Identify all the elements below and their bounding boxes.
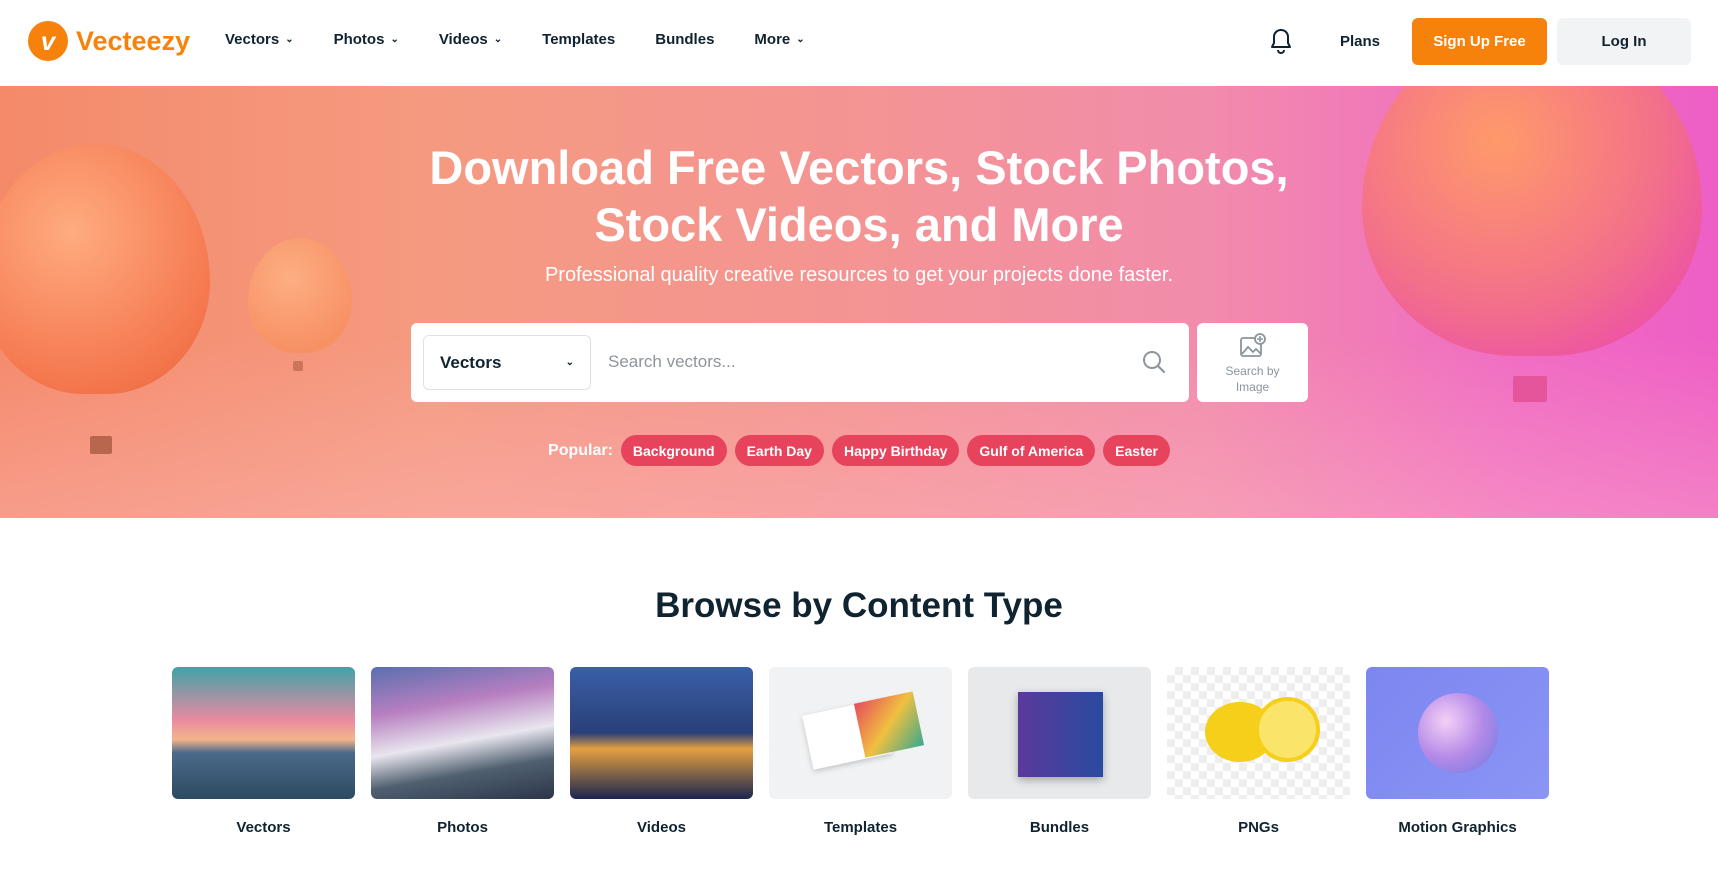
card-label: Bundles: [1029, 819, 1090, 836]
chevron-down-icon: ⌄: [796, 34, 805, 45]
bell-icon[interactable]: [1269, 28, 1293, 54]
header: v Vecteezy Vectors ⌄ Photos ⌄ Videos ⌄ Temp…: [0, 0, 1718, 86]
hero-title-line1: Download Free Vectors, Stock Photos,: [429, 141, 1289, 194]
card-pngs[interactable]: PNGs: [1167, 667, 1350, 836]
logo-icon: v: [28, 21, 68, 61]
popular-tag[interactable]: Gulf of America: [967, 435, 1096, 466]
nav-label: Photos: [333, 31, 385, 48]
nav-vectors[interactable]: Vectors ⌄: [225, 31, 294, 48]
chevron-down-icon: ⌄: [390, 34, 399, 45]
popular-tag[interactable]: Earth Day: [734, 435, 824, 466]
hero-banner: Download Free Vectors, Stock Photos, Sto…: [0, 86, 1718, 518]
nav-templates[interactable]: Templates: [542, 31, 615, 48]
plans-link[interactable]: Plans: [1340, 33, 1380, 50]
nav-videos[interactable]: Videos ⌄: [439, 31, 502, 48]
bundles-thumbnail: [968, 667, 1151, 799]
select-value: Vectors: [440, 352, 502, 372]
card-templates[interactable]: Templates: [769, 667, 952, 836]
nav-label: Videos: [438, 31, 488, 48]
popular-tag[interactable]: Happy Birthday: [831, 435, 960, 466]
nav-more[interactable]: More ⌄: [754, 31, 804, 48]
search-by-image-label: Image: [1235, 380, 1270, 394]
popular-label: Popular:: [548, 441, 613, 459]
hero-subtitle: Professional quality creative resources …: [544, 264, 1174, 286]
motion-graphics-thumbnail: [1366, 667, 1549, 799]
videos-thumbnail: [570, 667, 753, 799]
card-label: Motion Graphics: [1398, 819, 1517, 836]
content-type-select[interactable]: Vectors ⌄: [423, 335, 591, 390]
signup-button[interactable]: Sign Up Free: [1412, 18, 1547, 65]
card-videos[interactable]: Videos: [570, 667, 753, 836]
card-vectors[interactable]: Vectors: [172, 667, 355, 836]
chevron-down-icon: ⌄: [565, 357, 574, 368]
card-label: Templates: [823, 819, 898, 836]
popular-searches: Popular: Background Earth Day Happy Birt…: [0, 435, 1718, 466]
nav-photos[interactable]: Photos ⌄: [334, 31, 399, 48]
popular-tag[interactable]: Background: [620, 435, 727, 466]
card-label: Photos: [437, 819, 488, 836]
card-label: Videos: [637, 819, 686, 836]
login-button[interactable]: Log In: [1557, 18, 1691, 65]
popular-tag[interactable]: Easter: [1103, 435, 1170, 466]
hero-title-line2: Stock Videos, and More: [594, 198, 1124, 251]
vectors-thumbnail: [172, 667, 355, 799]
image-add-icon: [1239, 333, 1266, 357]
chevron-down-icon: ⌄: [493, 34, 503, 45]
main-nav: Vectors ⌄ Photos ⌄ Videos ⌄ Templates Bundl…: [225, 31, 845, 48]
logo[interactable]: v Vecteezy: [28, 21, 190, 61]
search-input[interactable]: Search vectors...: [608, 352, 736, 372]
basket-image: [293, 361, 303, 371]
card-photos[interactable]: Photos: [371, 667, 554, 836]
content-type-list: Vectors Photos Videos Templates Bundles …: [172, 667, 1549, 836]
search-by-image-button[interactable]: Search by Image: [1197, 323, 1308, 402]
search-bar: Vectors ⌄ Search vectors...: [411, 323, 1189, 402]
logo-text: Vecteezy: [76, 25, 191, 56]
nav-label: Vectors: [225, 31, 280, 48]
nav-label: More: [754, 31, 791, 48]
card-label: PNGs: [1238, 819, 1279, 836]
chevron-down-icon: ⌄: [285, 34, 294, 45]
templates-thumbnail: [769, 667, 952, 799]
search-by-image-label: Search by: [1225, 364, 1280, 378]
search-icon[interactable]: [1141, 349, 1167, 375]
browse-title: Browse by Content Type: [655, 586, 1063, 625]
photos-thumbnail: [371, 667, 554, 799]
card-motion-graphics[interactable]: Motion Graphics: [1366, 667, 1549, 836]
nav-label: Bundles: [655, 31, 715, 48]
basket-image: [1513, 376, 1547, 402]
pngs-thumbnail: [1167, 667, 1350, 799]
card-label: Vectors: [236, 819, 291, 836]
balloon-image: [248, 238, 352, 353]
nav-label: Templates: [542, 31, 616, 48]
nav-bundles[interactable]: Bundles: [655, 31, 714, 48]
card-bundles[interactable]: Bundles: [968, 667, 1151, 836]
